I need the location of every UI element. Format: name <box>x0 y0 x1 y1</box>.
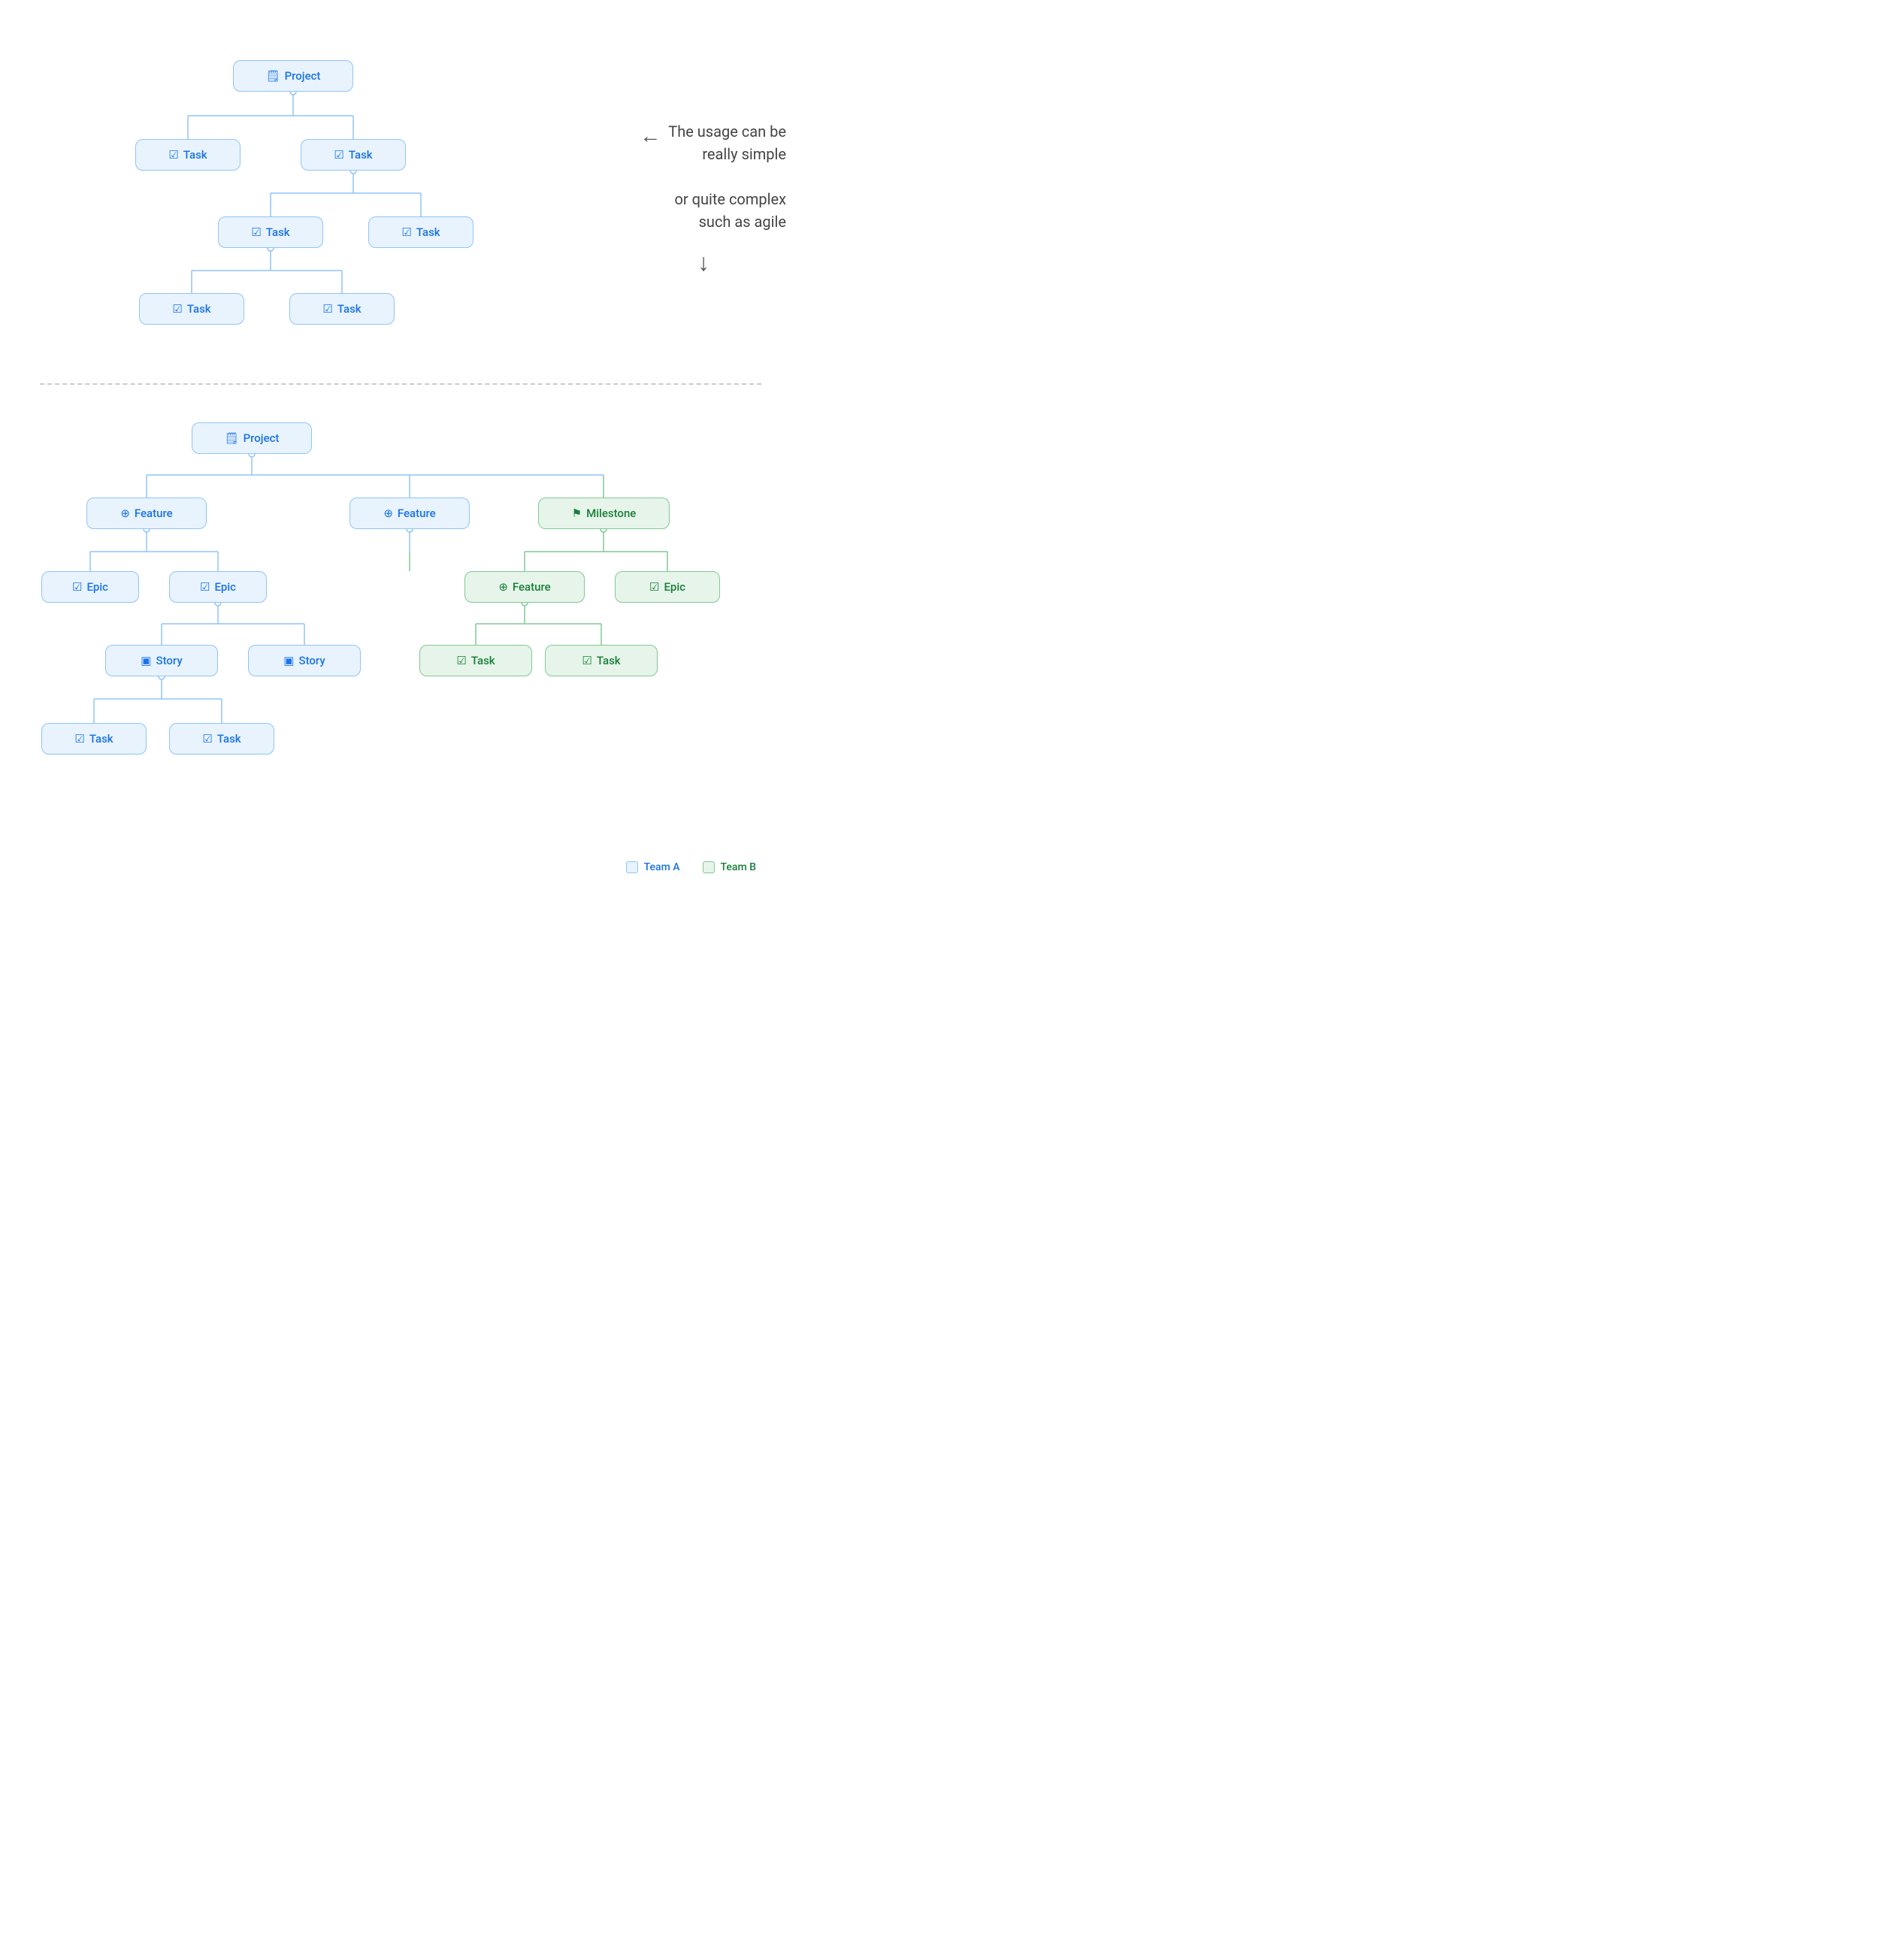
project-label: Project <box>285 69 321 83</box>
feature-icon: ⊕ <box>120 507 130 520</box>
s2-milestone-label: Milestone <box>586 507 636 520</box>
s1-task5-node[interactable]: ☑ Task <box>139 293 244 325</box>
feature-icon: ⊕ <box>498 580 508 594</box>
task1-label: Task <box>183 148 207 162</box>
s2-epic1-label: Epic <box>86 580 108 594</box>
task-icon: ☑ <box>172 302 182 316</box>
s2-epic2-node[interactable]: ☑ Epic <box>169 571 267 603</box>
task-icon: ☑ <box>74 732 84 746</box>
s2-task2b-node[interactable]: ☑ Task <box>169 723 274 755</box>
s2-epic2-label: Epic <box>214 580 236 594</box>
team-a-color-swatch <box>626 861 638 873</box>
milestone-icon: ⚑ <box>572 507 582 520</box>
task-icon: ☑ <box>582 654 591 667</box>
s2-milestone-node[interactable]: ⚑ Milestone <box>538 498 670 529</box>
task5-label: Task <box>187 302 211 316</box>
story-icon: ▣ <box>141 654 151 667</box>
s2-project-label: Project <box>244 431 280 445</box>
legend: Team A Team B <box>626 861 756 873</box>
task-icon: ☑ <box>401 225 411 239</box>
task4-label: Task <box>416 225 440 239</box>
task-icon: ☑ <box>168 148 178 162</box>
feature-icon: ⊕ <box>383 507 393 520</box>
task-icon: ☑ <box>456 654 466 667</box>
s2-story1-node[interactable]: ▣ Story <box>105 645 218 676</box>
s2-task4g-label: Task <box>597 654 621 667</box>
story-icon: ▣ <box>283 654 294 667</box>
s2-task1b-label: Task <box>89 732 113 746</box>
s2-project-node[interactable]: 🗒 Project <box>192 422 312 454</box>
section-divider <box>40 383 761 385</box>
task-icon: ☑ <box>251 225 261 239</box>
s1-task1-node[interactable]: ☑ Task <box>135 139 241 171</box>
s2-feature2-label: Feature <box>398 507 436 520</box>
s1-task3-node[interactable]: ☑ Task <box>218 216 323 248</box>
s1-task4-node[interactable]: ☑ Task <box>368 216 473 248</box>
task-icon: ☑ <box>202 732 212 746</box>
task6-label: Task <box>337 302 362 316</box>
team-b-label: Team B <box>721 861 756 873</box>
s1-project-node[interactable]: 🗒 Project <box>233 60 353 92</box>
s1-task2-node[interactable]: ☑ Task <box>301 139 406 171</box>
s2-epic3-label: Epic <box>664 580 685 594</box>
s2-feature3-label: Feature <box>513 580 551 594</box>
annotation: ← The usage can bereally simpleor quite … <box>621 120 786 277</box>
s2-task3g-node[interactable]: ☑ Task <box>419 645 532 676</box>
annotation-text: The usage can bereally simpleor quite co… <box>668 120 786 233</box>
team-a-label: Team A <box>644 861 680 873</box>
arrow-left-icon: ← <box>640 123 661 148</box>
task-icon: ☑ <box>322 302 332 316</box>
epic-icon: ☑ <box>72 580 82 594</box>
arrow-down-icon: ↓ <box>621 248 786 277</box>
page-wrapper: ← The usage can bereally simpleor quite … <box>0 0 801 918</box>
s2-task4g-node[interactable]: ☑ Task <box>545 645 658 676</box>
epic-icon: ☑ <box>649 580 659 594</box>
epic-icon: ☑ <box>200 580 210 594</box>
team-b-color-swatch <box>703 861 715 873</box>
project-icon: 🗒 <box>266 69 280 83</box>
section1-simple-tree: ← The usage can bereally simpleor quite … <box>0 23 801 383</box>
task3-label: Task <box>266 225 290 239</box>
s2-task3g-label: Task <box>471 654 495 667</box>
project-icon: 🗒 <box>225 431 239 445</box>
legend-team-b: Team B <box>703 861 756 873</box>
task-icon: ☑ <box>334 148 343 162</box>
s2-feature1-node[interactable]: ⊕ Feature <box>86 498 207 529</box>
s2-task2b-label: Task <box>217 732 241 746</box>
task2-label: Task <box>349 148 373 162</box>
s2-story1-label: Story <box>156 654 182 667</box>
legend-team-a: Team A <box>626 861 680 873</box>
s2-task1b-node[interactable]: ☑ Task <box>41 723 147 755</box>
s2-feature2-node[interactable]: ⊕ Feature <box>349 498 470 529</box>
s2-feature3-node[interactable]: ⊕ Feature <box>464 571 585 603</box>
s2-epic3-node[interactable]: ☑ Epic <box>615 571 720 603</box>
s2-epic1-node[interactable]: ☑ Epic <box>41 571 139 603</box>
s2-story2-label: Story <box>298 654 325 667</box>
s2-feature1-label: Feature <box>135 507 173 520</box>
s1-task6-node[interactable]: ☑ Task <box>289 293 395 325</box>
s2-story2-node[interactable]: ▣ Story <box>248 645 361 676</box>
section2-agile-tree: 🗒 Project ⊕ Feature ⊕ Feature ☑ Epic ☑ E… <box>0 400 801 896</box>
